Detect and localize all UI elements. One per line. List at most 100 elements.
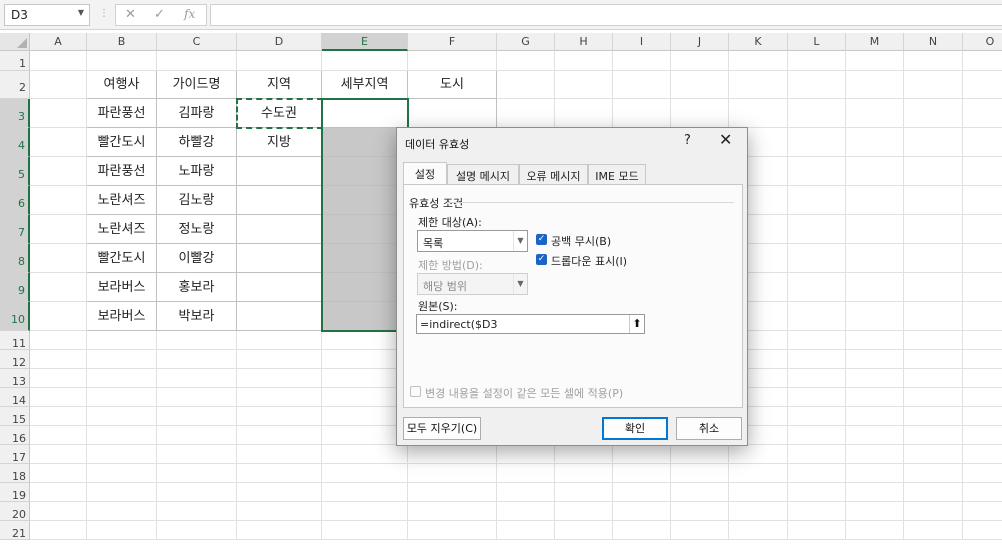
enter-icon[interactable]: ✓ <box>154 7 165 22</box>
cell-e18[interactable] <box>322 464 408 483</box>
cell-c7[interactable]: 정노랑 <box>157 215 237 244</box>
cell-c4[interactable]: 하빨강 <box>157 128 237 157</box>
cell-g20[interactable] <box>497 502 555 521</box>
cell-b16[interactable] <box>87 426 157 445</box>
cell-d16[interactable] <box>237 426 322 445</box>
cell-o7[interactable] <box>963 215 1002 244</box>
row-header-6[interactable]: 6 <box>0 186 30 215</box>
cell-a19[interactable] <box>30 483 87 502</box>
cell-a21[interactable] <box>30 521 87 540</box>
cell-n14[interactable] <box>904 388 963 407</box>
cell-b8[interactable]: 빨간도시 <box>87 244 157 273</box>
cell-o20[interactable] <box>963 502 1002 521</box>
cell-c21[interactable] <box>157 521 237 540</box>
cell-m9[interactable] <box>846 273 904 302</box>
cell-h1[interactable] <box>555 51 613 71</box>
cell-b19[interactable] <box>87 483 157 502</box>
cell-k1[interactable] <box>729 51 788 71</box>
cell-d6[interactable] <box>237 186 322 215</box>
cell-m16[interactable] <box>846 426 904 445</box>
column-header-e[interactable]: E <box>322 33 408 51</box>
table-header-cell[interactable]: 도시 <box>408 71 497 99</box>
cell-c10[interactable]: 박보라 <box>157 302 237 331</box>
cell-c16[interactable] <box>157 426 237 445</box>
cell-b18[interactable] <box>87 464 157 483</box>
cell-l5[interactable] <box>788 157 846 186</box>
cell-o5[interactable] <box>963 157 1002 186</box>
row-header-21[interactable]: 21 <box>0 521 30 540</box>
cell-k3[interactable] <box>729 99 788 128</box>
ignore-blank-checkbox[interactable]: ✓ <box>536 234 547 245</box>
cell-d13[interactable] <box>237 369 322 388</box>
cell-m4[interactable] <box>846 128 904 157</box>
row-header-5[interactable]: 5 <box>0 157 30 186</box>
cell-l7[interactable] <box>788 215 846 244</box>
row-header-7[interactable]: 7 <box>0 215 30 244</box>
cell-n3[interactable] <box>904 99 963 128</box>
cell-a17[interactable] <box>30 445 87 464</box>
cell-o16[interactable] <box>963 426 1002 445</box>
cell-l20[interactable] <box>788 502 846 521</box>
cell-m13[interactable] <box>846 369 904 388</box>
cell-b6[interactable]: 노란셔즈 <box>87 186 157 215</box>
cell-h17[interactable] <box>555 445 613 464</box>
cell-n11[interactable] <box>904 331 963 350</box>
cell-j21[interactable] <box>671 521 729 540</box>
cell-b1[interactable] <box>87 51 157 71</box>
cell-i19[interactable] <box>613 483 671 502</box>
cell-b7[interactable]: 노란셔즈 <box>87 215 157 244</box>
cell-c11[interactable] <box>157 331 237 350</box>
cell-c14[interactable] <box>157 388 237 407</box>
cell-d4[interactable]: 지방 <box>237 128 322 157</box>
cell-i21[interactable] <box>613 521 671 540</box>
cell-m10[interactable] <box>846 302 904 331</box>
cell-m2[interactable] <box>846 71 904 99</box>
row-header-18[interactable]: 18 <box>0 464 30 483</box>
cell-b15[interactable] <box>87 407 157 426</box>
cell-o11[interactable] <box>963 331 1002 350</box>
cell-o4[interactable] <box>963 128 1002 157</box>
cell-n6[interactable] <box>904 186 963 215</box>
chevron-down-icon[interactable]: ▼ <box>78 8 84 17</box>
tab-ime-mode[interactable]: IME 모드 <box>588 164 646 184</box>
select-all-corner[interactable] <box>0 33 30 51</box>
row-header-19[interactable]: 19 <box>0 483 30 502</box>
cell-l14[interactable] <box>788 388 846 407</box>
row-header-16[interactable]: 16 <box>0 426 30 445</box>
table-header-cell[interactable]: 여행사 <box>87 71 157 99</box>
cell-k18[interactable] <box>729 464 788 483</box>
cell-g1[interactable] <box>497 51 555 71</box>
table-header-cell[interactable]: 세부지역 <box>322 71 408 99</box>
cell-k17[interactable] <box>729 445 788 464</box>
cell-e19[interactable] <box>322 483 408 502</box>
close-icon[interactable]: ✕ <box>719 130 732 149</box>
cell-l6[interactable] <box>788 186 846 215</box>
row-header-15[interactable]: 15 <box>0 407 30 426</box>
cell-m12[interactable] <box>846 350 904 369</box>
cell-j19[interactable] <box>671 483 729 502</box>
cell-a14[interactable] <box>30 388 87 407</box>
cell-l12[interactable] <box>788 350 846 369</box>
cell-o12[interactable] <box>963 350 1002 369</box>
cell-d12[interactable] <box>237 350 322 369</box>
column-header-b[interactable]: B <box>87 33 157 51</box>
cell-b3[interactable]: 파란풍선 <box>87 99 157 128</box>
cell-b13[interactable] <box>87 369 157 388</box>
cell-j2[interactable] <box>671 71 729 99</box>
cell-d20[interactable] <box>237 502 322 521</box>
cell-i17[interactable] <box>613 445 671 464</box>
cell-f3[interactable] <box>408 99 497 128</box>
column-header-f[interactable]: F <box>408 33 497 51</box>
cell-a18[interactable] <box>30 464 87 483</box>
row-header-13[interactable]: 13 <box>0 369 30 388</box>
cell-m17[interactable] <box>846 445 904 464</box>
cell-n21[interactable] <box>904 521 963 540</box>
column-header-l[interactable]: L <box>788 33 846 51</box>
row-header-20[interactable]: 20 <box>0 502 30 521</box>
cell-a6[interactable] <box>30 186 87 215</box>
cell-l4[interactable] <box>788 128 846 157</box>
cell-d17[interactable] <box>237 445 322 464</box>
cell-n20[interactable] <box>904 502 963 521</box>
cell-b4[interactable]: 빨간도시 <box>87 128 157 157</box>
cell-n4[interactable] <box>904 128 963 157</box>
